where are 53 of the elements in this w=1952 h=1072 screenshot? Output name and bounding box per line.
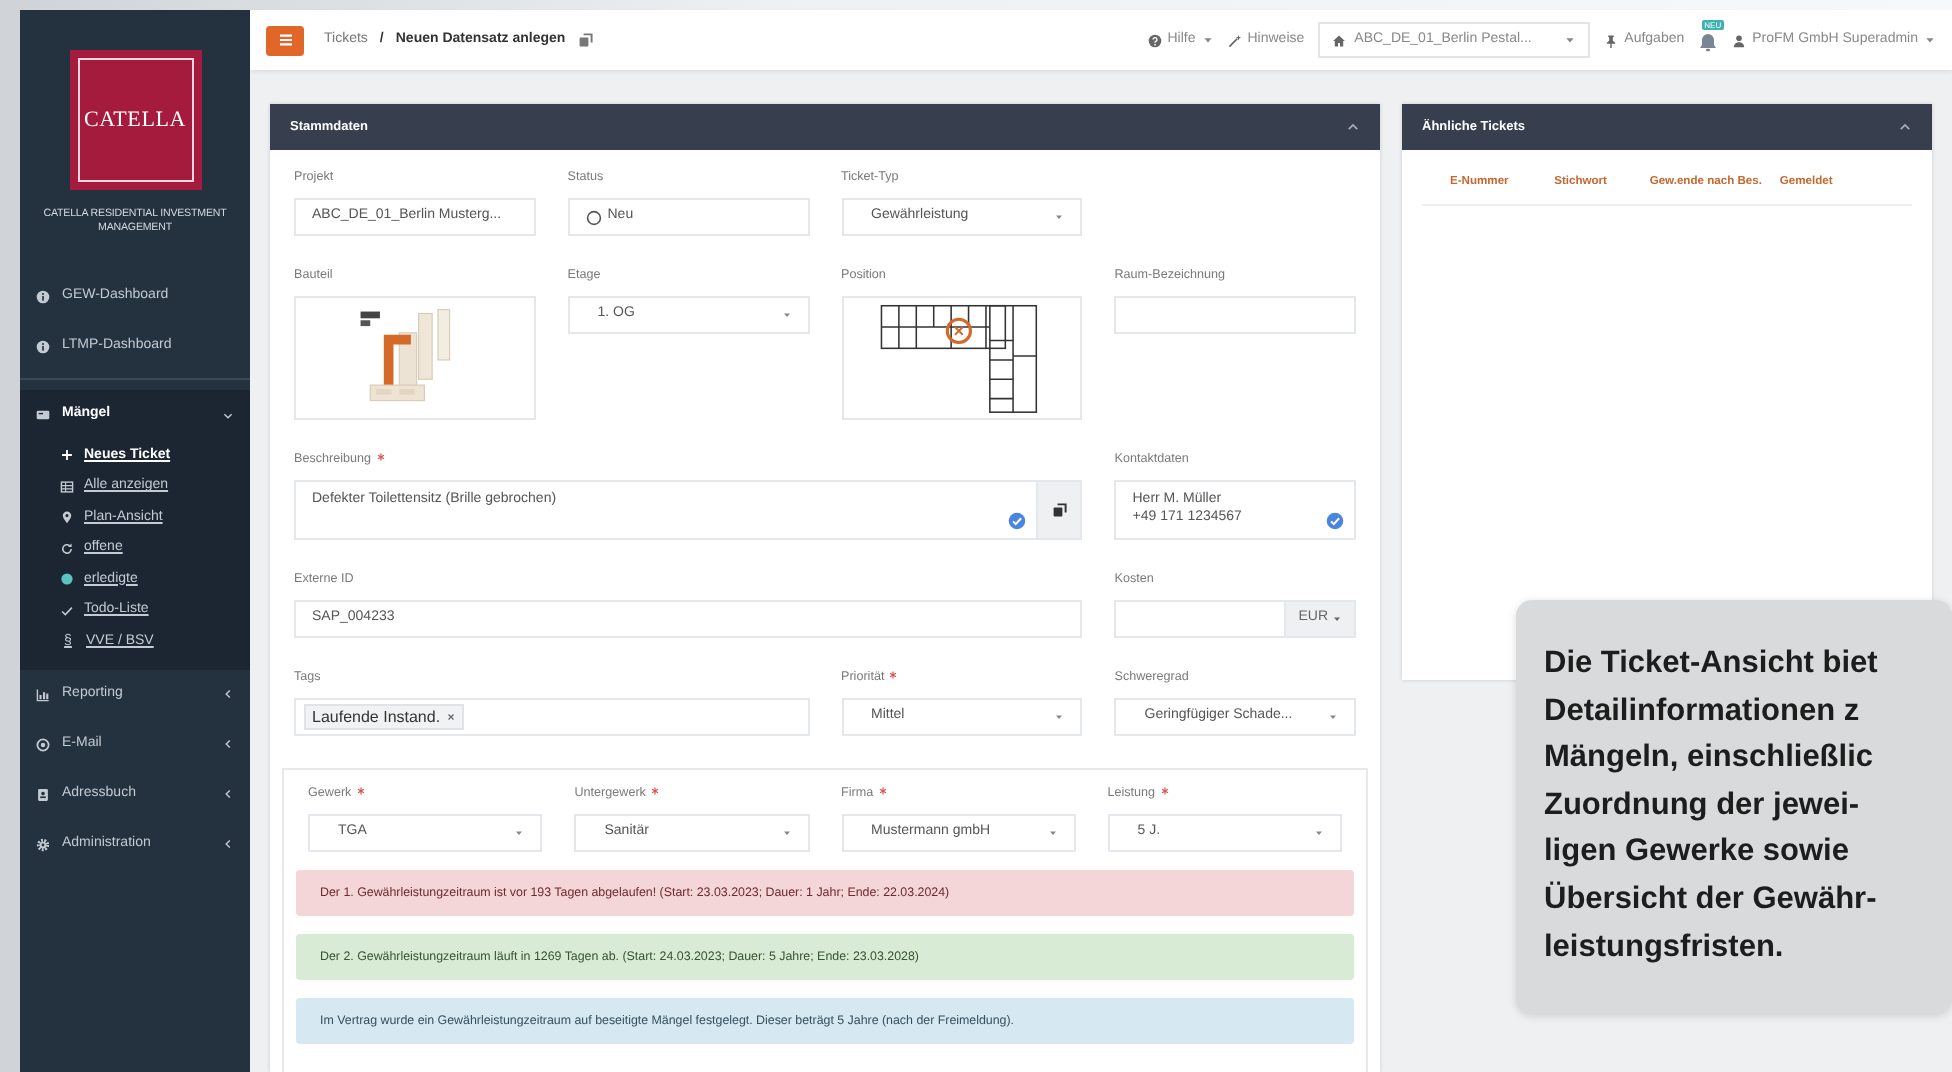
required-icon [877, 786, 888, 796]
address-book-icon [36, 787, 50, 801]
bell-icon[interactable] [1698, 32, 1719, 52]
caret-icon [514, 828, 525, 838]
copy-button[interactable] [1038, 480, 1083, 540]
required-icon [649, 786, 660, 796]
help-icon [1147, 33, 1162, 47]
callout-text: Die Ticket-Ansicht biet Detailinformationen z Mängeln, einschließlic Zuordnung der jewei- ligen Gewerke sowie Übersicht der Gewähr- leistungsfristen. [1544, 644, 1880, 968]
home-icon [1332, 33, 1347, 47]
map-pin-icon [60, 510, 74, 525]
pin-icon [1604, 33, 1619, 47]
required-icon [375, 452, 386, 462]
circle-icon [585, 209, 602, 225]
menu-icon [275, 30, 295, 50]
user-icon [1732, 33, 1747, 47]
tag-chip[interactable]: Laufende Instand. [304, 704, 465, 730]
table-icon [60, 479, 74, 494]
check-icon [60, 603, 74, 618]
info-icon [36, 290, 50, 304]
logo: CATELLA [69, 50, 201, 190]
caret-icon [1564, 34, 1577, 46]
caret-icon [781, 310, 791, 320]
caret-icon [1314, 828, 1324, 838]
check-icon [1326, 512, 1344, 530]
input-field[interactable] [1114, 600, 1287, 638]
caret-icon [1328, 712, 1338, 722]
required-icon [1159, 786, 1170, 796]
copy-icon [1051, 502, 1068, 518]
caret-icon [1332, 614, 1342, 624]
close-icon[interactable] [446, 712, 457, 722]
refresh-icon [60, 541, 74, 556]
dot-icon [60, 572, 74, 587]
menu-button[interactable] [266, 25, 304, 55]
chevron-up-icon[interactable] [1898, 120, 1912, 134]
caret-icon [1924, 34, 1936, 46]
info-icon [36, 340, 50, 354]
plus-icon [60, 448, 74, 463]
wand-icon [1227, 33, 1242, 47]
tags-field[interactable]: Laufende Instand. [294, 698, 809, 736]
caret-icon [1054, 712, 1065, 722]
caret-icon [781, 828, 791, 838]
caret-icon [1054, 212, 1065, 222]
caret-icon [1047, 828, 1058, 838]
copy-icon[interactable] [577, 32, 594, 48]
gear-icon [36, 837, 50, 851]
bar-chart-icon [36, 687, 50, 701]
chevron-up-icon[interactable] [1346, 120, 1360, 134]
input-field[interactable] [1114, 296, 1356, 334]
required-icon [888, 670, 899, 680]
check-icon [1008, 512, 1027, 530]
card-icon [36, 408, 50, 422]
caret-icon [1201, 34, 1214, 46]
required-icon [355, 786, 366, 796]
